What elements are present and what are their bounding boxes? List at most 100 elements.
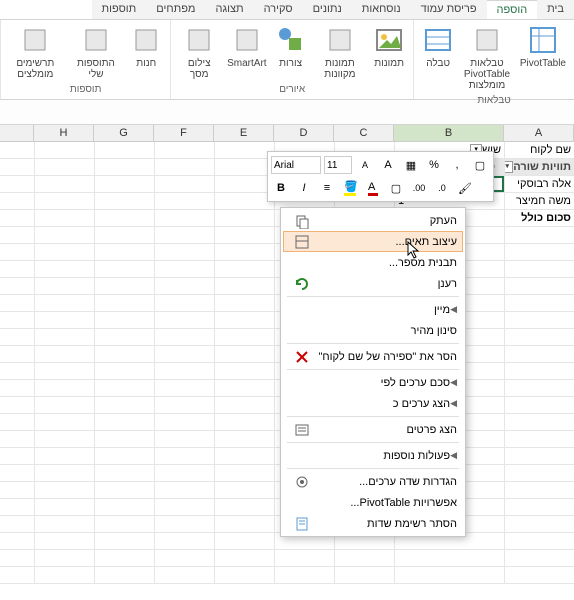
cell[interactable] [154,176,214,192]
cell[interactable] [504,244,574,260]
borders-dropdown-icon[interactable]: ▢ [386,178,406,198]
cell[interactable] [214,261,274,277]
decrease-decimal-icon[interactable]: .00 [409,178,429,198]
ribbon-item[interactable]: התוספות שלי [68,22,125,82]
cell[interactable]: משה חמיצר [504,193,574,209]
cell[interactable] [94,482,154,498]
cell[interactable] [504,533,574,549]
tab-8[interactable]: תוספות [92,0,147,19]
cell[interactable] [94,533,154,549]
context-menu-item[interactable]: הסתר רשימת שדות [283,513,463,534]
cell[interactable] [504,329,574,345]
cell[interactable] [504,363,574,379]
cell[interactable] [34,550,94,566]
cell[interactable] [214,210,274,226]
cell[interactable] [94,346,154,362]
cell[interactable] [504,499,574,515]
cell[interactable] [34,261,94,277]
context-menu-item[interactable]: הגדרות שדה ערכים... [283,471,463,492]
cell[interactable] [214,278,274,294]
cell[interactable] [214,550,274,566]
cell[interactable] [214,516,274,532]
cell[interactable] [154,499,214,515]
cell[interactable] [94,278,154,294]
cell[interactable] [214,193,274,209]
merge-cells-icon[interactable]: ▦ [401,155,421,175]
cell[interactable] [504,482,574,498]
ribbon-item[interactable]: חנות [128,22,164,71]
cell[interactable] [34,448,94,464]
col-header[interactable]: B [393,125,503,141]
cell[interactable] [214,142,274,158]
cell[interactable] [154,550,214,566]
cell[interactable] [214,533,274,549]
tab-4[interactable]: נתונים [303,0,352,19]
cell[interactable] [94,567,154,583]
cell[interactable] [94,448,154,464]
col-header[interactable]: C [333,125,393,141]
cell[interactable] [34,346,94,362]
cell[interactable] [94,227,154,243]
bold-button[interactable]: B [271,178,291,198]
decrease-font-icon[interactable]: A [355,155,375,175]
cell[interactable] [504,227,574,243]
cell[interactable] [154,448,214,464]
cell[interactable] [214,380,274,396]
cell[interactable] [504,431,574,447]
cell[interactable] [34,244,94,260]
cell[interactable] [34,295,94,311]
cell[interactable] [154,210,214,226]
cell[interactable] [154,516,214,532]
cell[interactable] [94,142,154,158]
ribbon-item[interactable]: תמונות מקוונות [313,22,368,82]
ribbon-item[interactable]: צורות [273,22,309,71]
cell[interactable] [34,142,94,158]
col-header[interactable]: A [503,125,573,141]
tab-6[interactable]: תצוגה [205,0,253,19]
align-icon[interactable]: ≡ [317,178,337,198]
cell[interactable] [504,346,574,362]
cell[interactable] [154,329,214,345]
context-menu-item[interactable]: עיצוב תאים... [283,231,463,252]
cell[interactable] [94,210,154,226]
cell[interactable] [34,278,94,294]
ribbon-item[interactable]: צילום מסך [177,22,221,82]
cell[interactable] [154,312,214,328]
cell[interactable] [94,295,154,311]
cell[interactable] [154,261,214,277]
ribbon-item[interactable]: טבלה [420,22,456,71]
cell[interactable] [504,380,574,396]
cell[interactable] [504,397,574,413]
cell[interactable] [154,295,214,311]
ribbon-item[interactable]: SmartArt [225,22,268,71]
cell[interactable] [214,346,274,362]
cell[interactable] [154,533,214,549]
cell[interactable] [34,482,94,498]
cell[interactable] [34,516,94,532]
col-header[interactable]: D [273,125,333,141]
cell[interactable] [214,567,274,583]
cell[interactable] [214,465,274,481]
cell[interactable] [34,380,94,396]
cell[interactable] [34,193,94,209]
ribbon-item[interactable]: תמונות [371,22,407,71]
context-menu-item[interactable]: סינון מהיר [283,320,463,341]
cell[interactable]: תוויות שורה▾ [504,159,574,175]
cell[interactable] [94,176,154,192]
cell[interactable] [34,176,94,192]
cell[interactable] [34,567,94,583]
col-header[interactable]: H [33,125,93,141]
cell[interactable]: אלה רבוסקי [504,176,574,192]
context-menu-item[interactable]: אפשרויות PivotTable... [283,492,463,513]
cell[interactable] [34,397,94,413]
cell[interactable] [214,414,274,430]
cell[interactable] [94,550,154,566]
tab-3[interactable]: נוסחאות [352,0,411,19]
cell[interactable] [154,380,214,396]
cell[interactable] [94,312,154,328]
cell[interactable] [214,295,274,311]
cell[interactable] [214,227,274,243]
ribbon-item[interactable]: תרשימים מומלצים [7,22,64,82]
cell[interactable] [214,499,274,515]
cell[interactable] [94,431,154,447]
